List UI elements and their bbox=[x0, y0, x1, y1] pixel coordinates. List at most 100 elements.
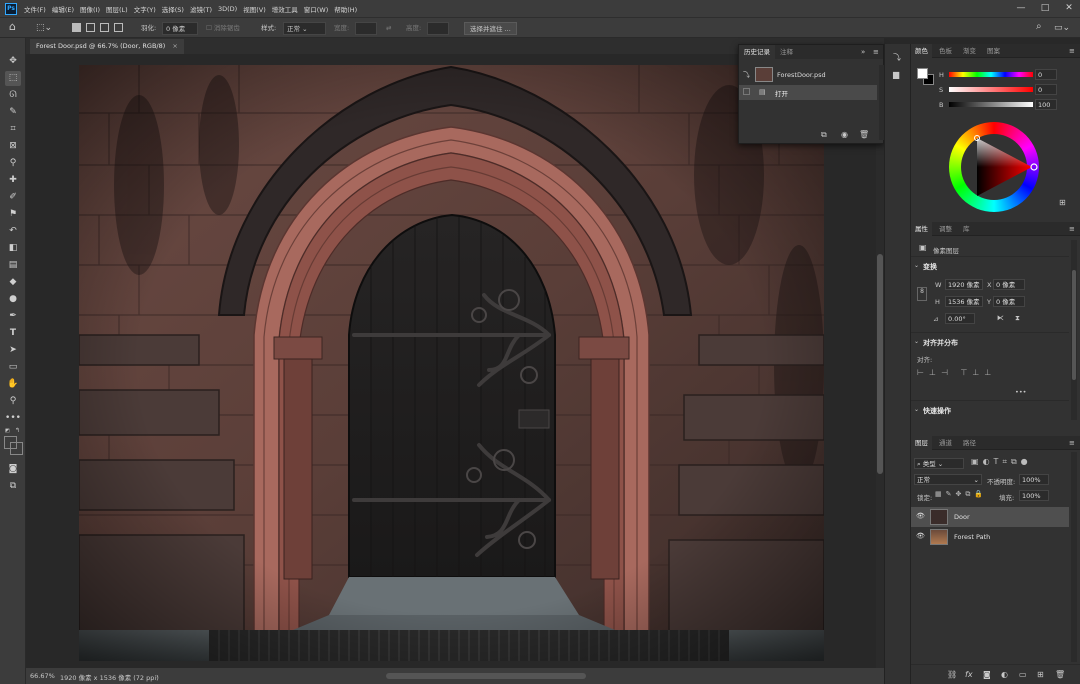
history-brush-source-icon[interactable]: ⤵ bbox=[743, 70, 750, 80]
tab-swatches[interactable]: 色板 bbox=[935, 44, 956, 58]
lock-transparent-icon[interactable]: ▦ bbox=[935, 490, 946, 498]
screen-mode-icon[interactable]: ⧉ bbox=[5, 479, 21, 494]
filter-adjustment-icon[interactable]: ◐ bbox=[983, 457, 994, 466]
foreground-color-chip[interactable] bbox=[917, 68, 928, 79]
trash-icon[interactable]: 🗑 bbox=[859, 130, 869, 139]
subtract-selection-icon[interactable] bbox=[100, 23, 109, 32]
new-document-from-state-icon[interactable]: ⧉ bbox=[821, 130, 827, 140]
fx-icon[interactable]: fx bbox=[965, 670, 973, 679]
type-tool-icon[interactable]: T bbox=[5, 326, 21, 341]
antialias-checkbox[interactable]: ☐ 消除锯齿 bbox=[206, 22, 240, 35]
path-selection-tool-icon[interactable]: ➤ bbox=[5, 343, 21, 358]
flip-vertical-icon[interactable]: ⧗ bbox=[1015, 314, 1020, 323]
tab-patterns[interactable]: 图案 bbox=[983, 44, 1004, 58]
align-section-title[interactable]: 对齐并分布 bbox=[923, 338, 958, 348]
align-chevron-icon[interactable]: ⌄ bbox=[914, 338, 919, 345]
link-icon[interactable]: ⛓ bbox=[947, 670, 957, 679]
hue-slider[interactable] bbox=[949, 72, 1033, 77]
tab-color[interactable]: 颜色 bbox=[911, 44, 932, 58]
menu-image[interactable]: 图像(I) bbox=[77, 4, 103, 14]
menu-select[interactable]: 选择(S) bbox=[159, 4, 187, 14]
tab-history[interactable]: 历史记录 bbox=[739, 45, 775, 59]
saturation-input[interactable]: 0 bbox=[1035, 84, 1057, 95]
menu-layer[interactable]: 图层(L) bbox=[103, 4, 131, 14]
close-tab-icon[interactable]: × bbox=[172, 42, 177, 50]
hue-input[interactable]: 0 bbox=[1035, 69, 1057, 80]
history-snapshot[interactable]: ⤵ ForestDoor.psd bbox=[739, 65, 877, 85]
move-tool-icon[interactable]: ✥ bbox=[5, 54, 21, 69]
menu-filter[interactable]: 滤镜(T) bbox=[187, 4, 215, 14]
menu-type[interactable]: 文字(Y) bbox=[131, 4, 159, 14]
quick-actions-title[interactable]: 快速操作 bbox=[923, 406, 951, 416]
filter-pixel-icon[interactable]: ▣ bbox=[971, 457, 983, 466]
align-right-icon[interactable]: ⊣ bbox=[941, 368, 953, 377]
pen-tool-icon[interactable]: ✒ bbox=[5, 309, 21, 324]
transform-section-title[interactable]: 变换 bbox=[923, 262, 937, 272]
healing-brush-tool-icon[interactable]: ✚ bbox=[5, 173, 21, 188]
default-colors-icon[interactable]: ◩ bbox=[5, 428, 11, 434]
y-input[interactable]: 0 像素 bbox=[993, 296, 1025, 307]
tab-gradients[interactable]: 渐变 bbox=[959, 44, 980, 58]
flip-horizontal-icon[interactable]: ⧔ bbox=[997, 314, 1004, 322]
menu-3d[interactable]: 3D(D) bbox=[215, 5, 240, 13]
height-input[interactable]: 1536 像素 bbox=[945, 296, 983, 307]
opacity-input[interactable]: 100% bbox=[1019, 474, 1049, 485]
lock-paint-icon[interactable]: ✎ bbox=[946, 490, 956, 498]
x-input[interactable]: 0 像素 bbox=[993, 279, 1025, 290]
maximize-button[interactable]: □ bbox=[1034, 0, 1056, 17]
panel-menu-icon[interactable]: ≡ bbox=[873, 48, 879, 56]
brightness-slider[interactable] bbox=[949, 102, 1033, 107]
style-select[interactable]: 正常 ⌄ bbox=[283, 22, 326, 35]
adjustment-icon[interactable]: ◐ bbox=[1001, 670, 1008, 679]
step-source-checkbox[interactable] bbox=[743, 88, 750, 95]
hand-tool-icon[interactable]: ✋ bbox=[5, 377, 21, 392]
blur-tool-icon[interactable]: ◆ bbox=[5, 275, 21, 290]
brush-tool-icon[interactable]: ✐ bbox=[5, 190, 21, 205]
feather-input[interactable]: 0 像素 bbox=[162, 22, 198, 35]
align-center-h-icon[interactable]: ⊥ bbox=[929, 368, 941, 377]
add-selection-icon[interactable] bbox=[86, 23, 95, 32]
width-input[interactable]: 1920 像素 bbox=[945, 279, 983, 290]
lock-all-icon[interactable]: 🔒 bbox=[974, 490, 987, 498]
tab-libraries[interactable]: 库 bbox=[959, 222, 974, 236]
tab-properties[interactable]: 属性 bbox=[911, 222, 932, 236]
menu-edit[interactable]: 编辑(E) bbox=[49, 4, 77, 14]
layers-scrollbar[interactable] bbox=[1071, 452, 1077, 662]
document-info[interactable]: 1920 像素 x 1536 像素 (72 ppi) bbox=[60, 672, 159, 682]
quick-selection-tool-icon[interactable]: ✎ bbox=[5, 105, 21, 120]
swap-icon[interactable]: ⇄ bbox=[386, 22, 391, 35]
transform-chevron-icon[interactable]: ⌄ bbox=[914, 262, 919, 269]
frame-tool-icon[interactable]: ⊠ bbox=[5, 139, 21, 154]
layer-filter-select[interactable]: ⌕ 类型 ⌄ bbox=[914, 458, 964, 469]
search-icon[interactable]: ⌕ bbox=[1036, 20, 1042, 33]
quick-mask-icon[interactable]: ◙ bbox=[5, 462, 21, 477]
fill-input[interactable]: 100% bbox=[1019, 490, 1049, 501]
history-panel-icon[interactable]: ⤵ bbox=[893, 52, 901, 63]
layer-row-forest-path[interactable]: 👁 Forest Path bbox=[911, 527, 1069, 547]
crop-tool-icon[interactable]: ⌗ bbox=[5, 122, 21, 137]
collapse-panel-icon[interactable]: » bbox=[861, 48, 865, 56]
tab-adjustments[interactable]: 调整 bbox=[935, 222, 956, 236]
tab-layers[interactable]: 图层 bbox=[911, 436, 932, 450]
folder-icon[interactable]: ▭ bbox=[1019, 670, 1027, 679]
clone-stamp-tool-icon[interactable]: ⚑ bbox=[5, 207, 21, 222]
camera-icon[interactable]: ◉ bbox=[841, 130, 848, 139]
visibility-eye-icon[interactable]: 👁 bbox=[916, 532, 925, 540]
select-and-mask-button[interactable]: 选择并遮住 ... bbox=[464, 22, 517, 35]
more-options-icon[interactable]: ••• bbox=[1015, 388, 1027, 396]
minimize-button[interactable]: — bbox=[1010, 0, 1032, 17]
align-top-icon[interactable]: ⊤ bbox=[960, 368, 972, 377]
horizontal-scroll-thumb[interactable] bbox=[386, 673, 586, 679]
blend-mode-select[interactable]: 正常 ⌄ bbox=[914, 474, 982, 485]
saturation-slider[interactable] bbox=[949, 87, 1033, 92]
swap-colors-icon[interactable]: ↰ bbox=[15, 427, 20, 434]
new-selection-icon[interactable] bbox=[72, 23, 81, 32]
history-step[interactable]: ▤ 打开 bbox=[739, 85, 877, 100]
dodge-tool-icon[interactable]: ● bbox=[5, 292, 21, 307]
filter-smart-icon[interactable]: ⧉ bbox=[1011, 457, 1021, 466]
add-to-swatches-icon[interactable]: ⊞ bbox=[1059, 198, 1066, 207]
menu-view[interactable]: 视图(V) bbox=[240, 4, 269, 14]
link-dimensions-icon[interactable]: 8 bbox=[917, 287, 927, 301]
panel-menu-icon[interactable]: ≡ bbox=[1069, 439, 1075, 447]
align-center-v-icon[interactable]: ⊥ bbox=[972, 368, 984, 377]
